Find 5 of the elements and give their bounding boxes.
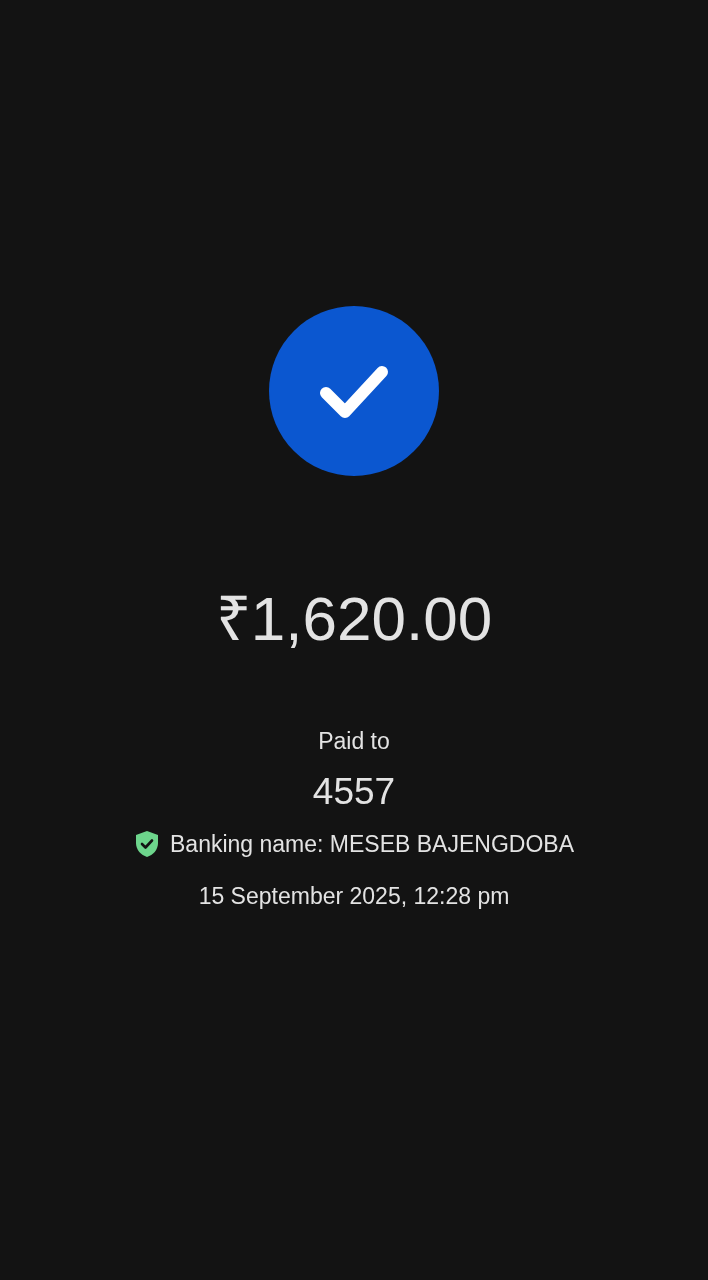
paid-to-label: Paid to bbox=[318, 730, 390, 753]
amount: ₹1,620.00 bbox=[215, 588, 493, 650]
payee-name: 4557 bbox=[312, 773, 396, 810]
banking-name: Banking name: MESEB BAJENGDOBA bbox=[170, 832, 574, 856]
payment-timestamp: 15 September 2025, 12:28 pm bbox=[198, 885, 510, 908]
